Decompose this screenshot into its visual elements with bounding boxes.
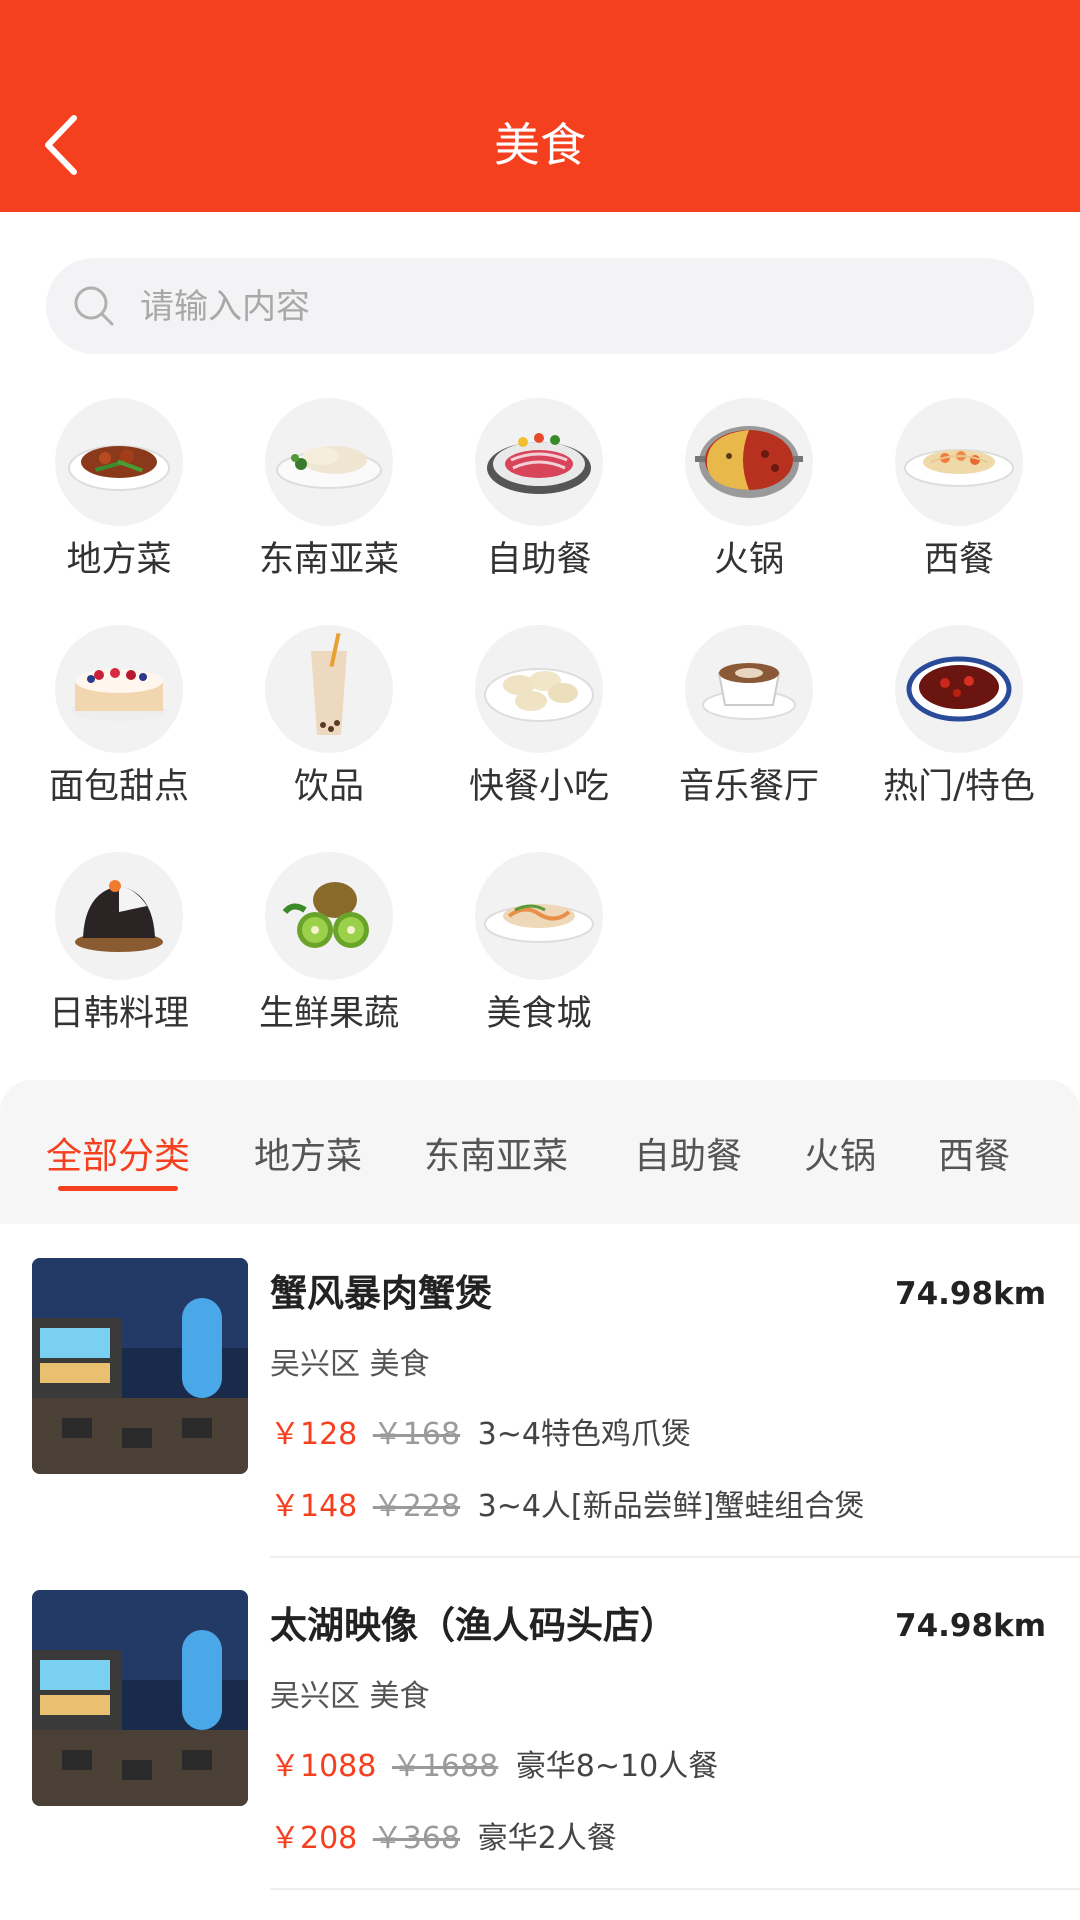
category-label: 西餐: [923, 540, 994, 580]
deal-original-price: ￥1688: [391, 1749, 499, 1784]
shop-thumbnail: [32, 1590, 248, 1806]
category-label: 音乐餐厅: [678, 767, 819, 807]
category-item-southeast-asian[interactable]: 东南亚菜: [224, 398, 434, 625]
hotpot-icon: [685, 398, 813, 526]
shop-list-item[interactable]: 太湖映像（渔人码头店） 74.98km 吴兴区 美食 ￥1088 ￥1688 豪…: [0, 1562, 1080, 1894]
deal-row[interactable]: ￥148 ￥228 3~4人[新品尝鲜]蟹蛙组合煲: [270, 1482, 864, 1532]
top-app-bar: 美食: [0, 0, 1080, 212]
shop-thumbnail: [32, 1258, 248, 1474]
buffet-platter-icon: [475, 398, 603, 526]
category-item-western[interactable]: 西餐: [854, 398, 1064, 625]
category-item-japanese-korean[interactable]: 日韩料理: [14, 852, 224, 1079]
deal-original-price: ￥368: [372, 1821, 461, 1856]
category-item-drinks[interactable]: 饮品: [224, 625, 434, 852]
dumplings-icon: [475, 625, 603, 753]
category-item-local-cuisine[interactable]: 地方菜: [14, 398, 224, 625]
category-item-fast-food[interactable]: 快餐小吃: [434, 625, 644, 852]
rice-ball-icon: [55, 852, 183, 980]
chicken-dish-icon: [265, 398, 393, 526]
deal-original-price: ￥228: [372, 1489, 461, 1524]
category-item-buffet[interactable]: 自助餐: [434, 398, 644, 625]
tab-southeast-asian[interactable]: 东南亚菜: [424, 1130, 568, 1184]
deal-row[interactable]: ￥128 ￥168 3~4特色鸡爪煲: [270, 1410, 691, 1460]
category-item-food-court[interactable]: 美食城: [434, 852, 644, 1079]
category-label: 东南亚菜: [258, 540, 399, 580]
category-label: 快餐小吃: [468, 767, 609, 807]
category-item-fresh-produce[interactable]: 生鲜果蔬: [224, 852, 434, 1079]
category-label: 地方菜: [66, 540, 172, 580]
active-tab-indicator: [58, 1186, 178, 1191]
divider: [270, 1556, 1080, 1558]
kiwi-fruit-icon: [265, 852, 393, 980]
search-input[interactable]: [138, 258, 1002, 356]
shop-name: 太湖映像（渔人码头店）: [270, 1604, 677, 1647]
category-label: 火锅: [713, 540, 784, 580]
shop-distance: 74.98km: [895, 1276, 1046, 1312]
deal-description: 豪华2人餐: [477, 1821, 617, 1856]
shop-distance: 74.98km: [895, 1608, 1046, 1644]
deal-price: ￥148: [270, 1489, 358, 1524]
category-label: 日韩料理: [48, 994, 189, 1034]
deal-description: 3~4特色鸡爪煲: [477, 1417, 691, 1452]
category-item-music-restaurant[interactable]: 音乐餐厅: [644, 625, 854, 852]
search-icon: [74, 286, 114, 326]
shop-list-item[interactable]: 蟹风暴肉蟹煲 74.98km 吴兴区 美食 ￥128 ￥168 3~4特色鸡爪煲…: [0, 1230, 1080, 1562]
category-label: 面包甜点: [48, 767, 189, 807]
deal-price: ￥1088: [270, 1749, 377, 1784]
milk-tea-icon: [265, 625, 393, 753]
category-item-hotpot[interactable]: 火锅: [644, 398, 854, 625]
category-label: 饮品: [293, 767, 364, 807]
deal-description: 3~4人[新品尝鲜]蟹蛙组合煲: [477, 1489, 865, 1524]
tab-all[interactable]: 全部分类: [46, 1130, 190, 1184]
coffee-cup-icon: [685, 625, 813, 753]
divider: [270, 1888, 1080, 1890]
shop-name: 蟹风暴肉蟹煲: [270, 1272, 492, 1315]
shop-meta: 吴兴区 美食: [270, 1679, 430, 1714]
category-label: 美食城: [486, 994, 592, 1034]
cake-icon: [55, 625, 183, 753]
spicy-dish-icon: [895, 625, 1023, 753]
deal-price: ￥128: [270, 1417, 358, 1452]
shop-meta: 吴兴区 美食: [270, 1347, 430, 1382]
category-item-featured[interactable]: 热门/特色: [854, 625, 1064, 852]
deal-row[interactable]: ￥208 ￥368 豪华2人餐: [270, 1814, 617, 1864]
category-tab-bar: 全部分类 地方菜 东南亚菜 自助餐 火锅 西餐: [0, 1080, 1080, 1224]
page-title: 美食: [494, 118, 586, 172]
search-bar[interactable]: [46, 258, 1034, 356]
deal-row[interactable]: ￥1088 ￥1688 豪华8~10人餐: [270, 1742, 718, 1792]
tab-western[interactable]: 西餐: [938, 1130, 1010, 1184]
category-label: 自助餐: [486, 540, 592, 580]
deal-original-price: ￥168: [372, 1417, 461, 1452]
category-grid: 地方菜 东南亚菜 自助餐 火锅 西餐 面包甜点 饮品 快餐小吃 音乐餐厅 热门/…: [14, 398, 1064, 1079]
deal-description: 豪华8~10人餐: [515, 1749, 719, 1784]
category-label: 生鲜果蔬: [258, 994, 399, 1034]
noodle-dish-icon: [475, 852, 603, 980]
tab-hotpot[interactable]: 火锅: [804, 1130, 876, 1184]
category-item-bakery[interactable]: 面包甜点: [14, 625, 224, 852]
tab-buffet[interactable]: 自助餐: [634, 1130, 742, 1184]
stir-fry-dish-icon: [55, 398, 183, 526]
category-label: 热门/特色: [883, 767, 1035, 807]
deal-price: ￥208: [270, 1821, 358, 1856]
tab-local-cuisine[interactable]: 地方菜: [254, 1130, 362, 1184]
pasta-icon: [895, 398, 1023, 526]
